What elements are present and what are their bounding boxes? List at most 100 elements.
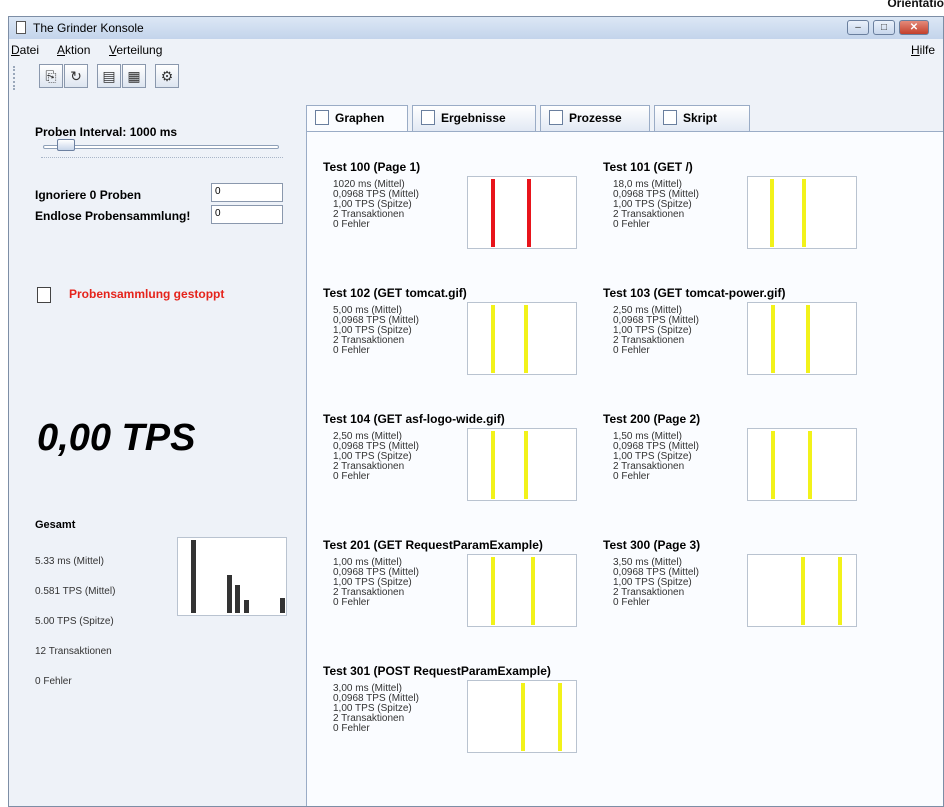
test-title: Test 101 (GET /)	[603, 160, 693, 174]
reset-processes-icon[interactable]: ↻	[64, 64, 88, 88]
tab-skript[interactable]: Skript	[654, 105, 750, 131]
test-stats: 5,00 ms (Mittel) 0,0968 TPS (Mittel) 1,00 …	[333, 306, 419, 356]
graph-bar	[771, 305, 775, 373]
test-graph	[467, 176, 577, 249]
total-graph	[177, 537, 287, 616]
document-icon	[421, 110, 435, 126]
graph-bar	[491, 305, 495, 373]
total-stats: 5.33 ms (Mittel) 0.581 TPS (Mittel) 5.00…	[35, 537, 115, 707]
menu-aktion[interactable]: Aktion	[57, 43, 90, 57]
minimize-button[interactable]: –	[847, 20, 869, 35]
total-graph-bar	[191, 540, 196, 613]
menu-hilfe[interactable]: Hilfe	[911, 43, 935, 57]
test-title: Test 301 (POST RequestParamExample)	[323, 664, 551, 678]
test-errors: 0 Fehler	[333, 471, 370, 482]
test-stats: 18,0 ms (Mittel) 0,0968 TPS (Mittel) 1,00 …	[613, 180, 699, 230]
graph-bar	[491, 179, 495, 247]
close-button[interactable]: ✕	[899, 20, 929, 35]
test-stats: 3,00 ms (Mittel) 0,0968 TPS (Mittel) 1,00 …	[333, 684, 419, 734]
graph-bar	[770, 179, 774, 247]
total-errors: 0 Fehler	[35, 676, 72, 687]
background-window-title: Orientatio	[887, 0, 944, 10]
test-card: Test 200 (Page 2) 1,50 ms (Mittel) 0,0968 …	[603, 412, 873, 522]
start-capture-icon[interactable]: ▤	[97, 64, 121, 88]
graph-bar	[801, 557, 805, 625]
total-title: Gesamt	[35, 519, 76, 531]
test-errors: 0 Fehler	[613, 471, 650, 482]
test-card: Test 300 (Page 3) 3,50 ms (Mittel) 0,0968 …	[603, 538, 873, 648]
total-transactions: 12 Transaktionen	[35, 646, 112, 657]
stop-capture-icon[interactable]: ▦	[122, 64, 146, 88]
menu-bar: Datei Aktion Verteilung Hilfe	[9, 41, 943, 59]
window-title: The Grinder Konsole	[33, 21, 144, 35]
graph-bar	[524, 431, 528, 499]
tab-graphen[interactable]: Graphen	[306, 105, 408, 132]
total-tps-peak: 5.00 TPS (Spitze)	[35, 616, 114, 627]
graph-icon	[315, 110, 329, 126]
test-title: Test 100 (Page 1)	[323, 160, 421, 174]
graph-bar	[771, 431, 775, 499]
sampling-panel: Proben Interval: 1000 ms Ignoriere 0 Pro…	[11, 99, 296, 804]
ignore-samples-label: Ignoriere 0 Proben	[35, 188, 142, 202]
graph-bar	[527, 179, 531, 247]
test-graph	[747, 554, 857, 627]
graph-bar	[531, 557, 535, 625]
test-title: Test 201 (GET RequestParamExample)	[323, 538, 543, 552]
title-bar[interactable]: The Grinder Konsole – □ ✕	[9, 17, 943, 39]
total-graph-bar	[280, 598, 285, 613]
slider-thumb[interactable]	[57, 139, 75, 151]
total-tps-mean: 0.581 TPS (Mittel)	[35, 586, 116, 597]
tab-prozesse-label: Prozesse	[569, 111, 622, 125]
test-card: Test 100 (Page 1) 1020 ms (Mittel) 0,0968 …	[323, 160, 593, 270]
ignore-samples-input[interactable]: 0	[211, 183, 283, 202]
test-errors: 0 Fehler	[333, 723, 370, 734]
total-graph-bar	[235, 585, 240, 613]
test-graph	[467, 428, 577, 501]
test-title: Test 103 (GET tomcat-power.gif)	[603, 286, 786, 300]
sample-interval-slider[interactable]	[43, 145, 279, 149]
test-errors: 0 Fehler	[333, 597, 370, 608]
tab-prozesse[interactable]: Prozesse	[540, 105, 650, 131]
test-card: Test 301 (POST RequestParamExample) 3,00 …	[323, 664, 593, 774]
start-processes-icon[interactable]: ⎘	[39, 64, 63, 88]
menu-datei[interactable]: Datei	[11, 43, 39, 57]
test-errors: 0 Fehler	[613, 219, 650, 230]
graph-bar	[806, 305, 810, 373]
total-graph-bar	[227, 575, 232, 613]
app-icon	[16, 21, 26, 34]
test-card: Test 104 (GET asf-logo-wide.gif) 2,50 ms …	[323, 412, 593, 522]
maximize-button[interactable]: □	[873, 20, 895, 35]
process-icon	[549, 110, 563, 126]
test-card: Test 102 (GET tomcat.gif) 5,00 ms (Mittel…	[323, 286, 593, 396]
test-title: Test 300 (Page 3)	[603, 538, 701, 552]
graph-bar	[524, 305, 528, 373]
graph-bar	[808, 431, 812, 499]
total-mean: 5.33 ms (Mittel)	[35, 556, 104, 567]
toolbar-grip	[13, 66, 19, 90]
test-stats: 3,50 ms (Mittel) 0,0968 TPS (Mittel) 1,00 …	[613, 558, 699, 608]
tab-ergebnisse[interactable]: Ergebnisse	[412, 105, 536, 131]
graph-bar	[838, 557, 842, 625]
grinder-console-window: The Grinder Konsole – □ ✕ Datei Aktion V…	[8, 16, 944, 807]
endless-collection-input[interactable]: 0	[211, 205, 283, 224]
test-graph	[747, 302, 857, 375]
test-title: Test 104 (GET asf-logo-wide.gif)	[323, 412, 505, 426]
menu-verteilung[interactable]: Verteilung	[109, 43, 162, 57]
test-card: Test 101 (GET /) 18,0 ms (Mittel) 0,0968 T…	[603, 160, 873, 270]
test-errors: 0 Fehler	[613, 345, 650, 356]
test-stats: 1,00 ms (Mittel) 0,0968 TPS (Mittel) 1,00 …	[333, 558, 419, 608]
graph-bar	[491, 431, 495, 499]
test-stats: 2,50 ms (Mittel) 0,0968 TPS (Mittel) 1,00 …	[613, 306, 699, 356]
slider-ticks	[41, 157, 283, 161]
test-graph	[747, 428, 857, 501]
test-card: Test 201 (GET RequestParamExample) 1,00 m…	[323, 538, 593, 648]
sample-interval-label: Proben Interval: 1000 ms	[35, 125, 178, 139]
save-results-icon[interactable]: ⚙	[155, 64, 179, 88]
endless-collection-label: Endlose Probensammlung!	[35, 209, 191, 223]
test-errors: 0 Fehler	[333, 345, 370, 356]
test-errors: 0 Fehler	[613, 597, 650, 608]
graph-bar	[558, 683, 562, 751]
total-graph-bar	[244, 600, 249, 613]
graph-bar	[521, 683, 525, 751]
test-graph	[747, 176, 857, 249]
